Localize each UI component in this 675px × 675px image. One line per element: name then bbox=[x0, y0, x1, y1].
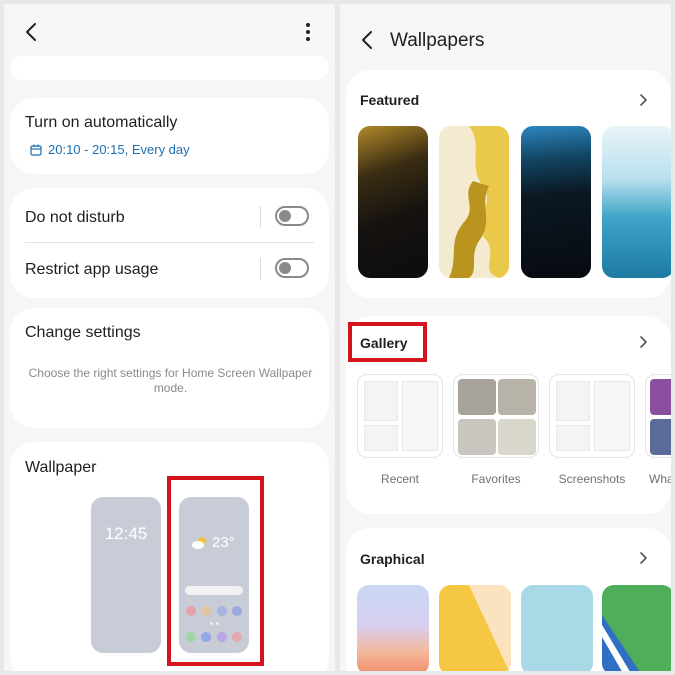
graphical-wallpaper-thumbnail[interactable] bbox=[602, 585, 671, 671]
lock-screen-time: 12:45 bbox=[104, 524, 148, 543]
gallery-favorites-label: Favorites bbox=[471, 472, 521, 486]
restrict-app-usage-label: Restrict app usage bbox=[25, 261, 159, 278]
turn-on-automatically-card[interactable]: Turn on automatically 20:10 - 20:15, Eve… bbox=[10, 98, 329, 174]
screenshot-preview bbox=[364, 381, 398, 421]
photo-preview bbox=[458, 379, 496, 415]
screenshot-preview bbox=[402, 381, 438, 451]
photo-preview bbox=[498, 419, 536, 455]
do-not-disturb-label: Do not disturb bbox=[25, 209, 125, 226]
collapsed-card bbox=[10, 56, 329, 80]
photo-preview bbox=[650, 419, 671, 455]
screenshot-preview bbox=[556, 381, 590, 421]
graphical-wallpaper-thumbnail[interactable] bbox=[439, 585, 511, 671]
gallery-whatsapp-label: What bbox=[649, 472, 671, 486]
graphical-card: Graphical bbox=[346, 528, 671, 671]
chevron-right-icon[interactable] bbox=[635, 334, 651, 350]
featured-title: Featured bbox=[360, 92, 420, 108]
page-title: Wallpapers bbox=[390, 30, 485, 51]
lock-screen-preview[interactable]: 12:45 bbox=[91, 497, 161, 653]
featured-card: Featured bbox=[346, 70, 671, 298]
do-not-disturb-toggle[interactable] bbox=[275, 206, 309, 226]
yellow-abstract-art bbox=[449, 126, 509, 278]
gallery-favorites-thumbnail[interactable] bbox=[453, 374, 539, 458]
screenshot-preview bbox=[594, 381, 630, 451]
schedule-text[interactable]: 20:10 - 20:15, Every day bbox=[30, 142, 190, 157]
yellow-geometric-art bbox=[439, 585, 511, 671]
photo-preview bbox=[458, 419, 496, 455]
photo-preview bbox=[650, 379, 671, 415]
featured-wallpaper-thumbnail[interactable] bbox=[439, 126, 509, 278]
chevron-right-icon[interactable] bbox=[635, 92, 651, 108]
featured-wallpaper-thumbnail[interactable] bbox=[521, 126, 591, 278]
change-settings-title: Change settings bbox=[25, 324, 141, 341]
more-options-icon[interactable] bbox=[296, 20, 320, 44]
featured-wallpaper-thumbnail[interactable] bbox=[602, 126, 671, 278]
gallery-screenshots-label: Screenshots bbox=[558, 472, 626, 486]
divider bbox=[260, 206, 261, 228]
divider bbox=[260, 258, 261, 280]
featured-wallpaper-thumbnail[interactable] bbox=[358, 126, 428, 278]
photo-preview bbox=[498, 379, 536, 415]
screenshot-preview bbox=[556, 425, 590, 451]
toggles-card: Do not disturb Restrict app usage bbox=[10, 188, 329, 298]
back-arrow-icon[interactable] bbox=[356, 28, 380, 52]
back-arrow-icon[interactable] bbox=[20, 20, 44, 44]
calendar-icon bbox=[30, 144, 42, 156]
change-settings-description: Choose the right settings for Home Scree… bbox=[28, 366, 313, 395]
screenshot-preview bbox=[364, 425, 398, 451]
mode-settings-screen: Turn on automatically 20:10 - 20:15, Eve… bbox=[4, 4, 335, 671]
schedule-label: 20:10 - 20:15, Every day bbox=[48, 142, 190, 157]
green-geometric-art bbox=[602, 615, 640, 671]
graphical-title: Graphical bbox=[360, 551, 425, 567]
restrict-app-usage-toggle[interactable] bbox=[275, 258, 309, 278]
gallery-screenshots-thumbnail[interactable] bbox=[549, 374, 635, 458]
wallpaper-title: Wallpaper bbox=[25, 459, 97, 476]
graphical-wallpaper-thumbnail[interactable] bbox=[521, 585, 593, 671]
gallery-recent-label: Recent bbox=[380, 472, 420, 486]
gallery-recent-thumbnail[interactable] bbox=[357, 374, 443, 458]
chevron-right-icon[interactable] bbox=[635, 550, 651, 566]
gallery-highlight bbox=[348, 322, 427, 362]
row-divider bbox=[25, 242, 314, 243]
home-screen-highlight bbox=[167, 476, 264, 666]
screenshot-root: Turn on automatically 20:10 - 20:15, Eve… bbox=[0, 0, 675, 675]
turn-on-automatically-title: Turn on automatically bbox=[25, 114, 178, 131]
gallery-whatsapp-thumbnail[interactable] bbox=[645, 374, 671, 458]
wallpapers-screen: Wallpapers Featured Gallery Recent Favor… bbox=[340, 4, 671, 671]
change-settings-card[interactable]: Change settings Choose the right setting… bbox=[10, 308, 329, 428]
graphical-wallpaper-thumbnail[interactable] bbox=[357, 585, 429, 671]
